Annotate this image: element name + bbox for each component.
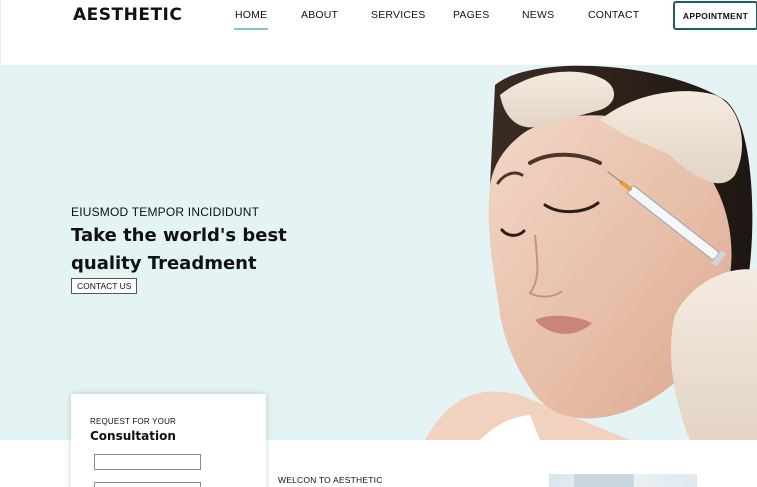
contact-us-button[interactable]: CONTACT US (71, 278, 138, 294)
nav-item-services[interactable]: SERVICES (371, 9, 426, 21)
hero-section: EIUSMOD TEMPOR INCIDIDUNT Take the world… (0, 65, 757, 440)
hero-treatment-image (425, 65, 757, 440)
about-image (549, 474, 697, 487)
welcome-heading: WELCON TO AESTHETIC (278, 475, 383, 485)
consultation-card: REQUEST FOR YOUR Consultation (71, 394, 266, 487)
consultation-kicker: REQUEST FOR YOUR (90, 417, 177, 426)
about-image-detail (574, 474, 634, 487)
logo[interactable]: AESTHETIC (73, 5, 182, 25)
nav-item-about[interactable]: ABOUT (301, 9, 338, 21)
nav-item-home[interactable]: HOME (233, 9, 269, 30)
site-header: AESTHETIC HOME ABOUT SERVICES PAGES NEWS… (0, 0, 757, 64)
nav-item-contact[interactable]: CONTACT (588, 9, 639, 21)
hero-title-line-2: quality Treadment (71, 253, 257, 274)
consultation-name-field[interactable] (94, 454, 201, 470)
nav-item-news[interactable]: NEWS (522, 9, 554, 21)
hero-title-line-1: Take the world's best (71, 225, 287, 246)
consultation-title: Consultation (90, 429, 176, 443)
appointment-button[interactable]: APPOINTMENT (673, 1, 757, 30)
hero-title: Take the world's best quality Treadment (71, 222, 311, 278)
consultation-email-field[interactable] (94, 482, 201, 487)
nav-item-pages[interactable]: PAGES (453, 9, 489, 21)
hero-kicker: EIUSMOD TEMPOR INCIDIDUNT (71, 205, 260, 219)
